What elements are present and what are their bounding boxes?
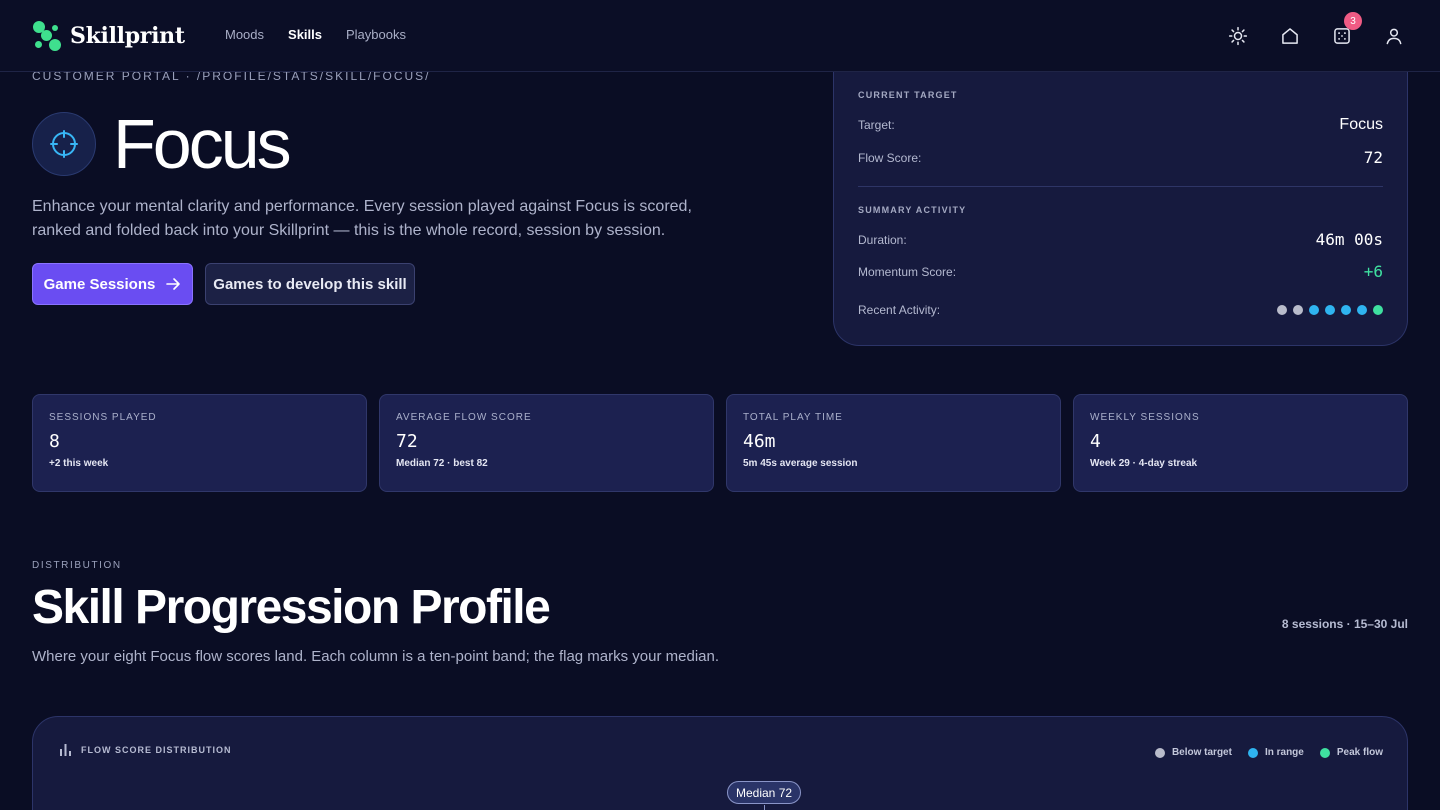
bar-chart-icon [60,744,71,756]
target-value: Focus [1339,116,1383,133]
notification-badge: 3 [1344,12,1362,30]
stat-label: AVERAGE FLOW SCORE [396,412,532,423]
momentum-value: +6 [1363,262,1383,281]
legend-label: Below target [1171,747,1232,758]
stat-subtext: Week 29 · 4-day streak [1090,458,1198,469]
stat-value: 8 [49,431,60,452]
stat-card-play-time: TOTAL PLAY TIME 46m 5m 45s average sessi… [726,394,1061,492]
stat-subtext: +2 this week [49,458,109,469]
legend-label: In range [1264,747,1304,758]
duration-row: Duration: 46m 00s [858,230,1383,249]
legend-below-target: Below target [1154,747,1232,758]
header-actions: 3 [1224,12,1408,50]
flow-score-distribution-card: FLOW SCORE DISTRIBUTION Below target In … [32,716,1408,810]
session-range-meta: 8 sessions · 15–30 Jul [1281,617,1408,631]
nav-skills[interactable]: Skills [288,27,322,42]
duration-value: 46m 00s [1315,230,1383,249]
activity-dot-in-range [1309,305,1319,315]
top-navigation-bar: Skillprint Moods Skills Playbooks 3 [0,0,1440,72]
activity-dot-below [1277,305,1287,315]
activity-dot-in-range [1325,305,1335,315]
games-button[interactable]: 3 [1328,12,1362,50]
game-sessions-button[interactable]: Game Sessions [32,263,193,305]
legend-label: Peak flow [1336,747,1383,758]
card-divider [858,186,1383,187]
sun-icon [1228,26,1248,46]
brand-name: Skillprint [70,23,185,49]
legend-swatch [1319,747,1330,758]
activity-dot-in-range [1357,305,1367,315]
stat-label: TOTAL PLAY TIME [743,412,843,423]
page-title: Focus [113,105,292,183]
section-description: Where your eight Focus flow scores land.… [32,648,720,665]
home-button[interactable] [1276,22,1304,50]
momentum-row: Momentum Score: +6 [858,262,1383,281]
stat-card-average-flow: AVERAGE FLOW SCORE 72 Median 72 · best 8… [379,394,714,492]
activity-dot-below [1293,305,1303,315]
main-nav: Moods Skills Playbooks [225,27,406,42]
activity-dot-peak [1373,305,1383,315]
median-flag: Median 72 [727,781,802,804]
stat-value: 46m [743,431,776,452]
legend-swatch [1154,747,1165,758]
profile-button[interactable] [1380,22,1408,50]
skill-description: Enhance your mental clarity and performa… [32,198,692,239]
flow-score-row: Flow Score: 72 [858,148,1383,167]
stat-card-sessions: SESSIONS PLAYED 8 +2 this week [32,394,367,492]
games-to-develop-button[interactable]: Games to develop this skill [205,263,415,305]
activity-dot-in-range [1341,305,1351,315]
game-sessions-label: Game Sessions [43,275,156,293]
chart-title: FLOW SCORE DISTRIBUTION [81,744,232,755]
current-target-heading: CURRENT TARGET [858,90,958,100]
arrow-right-icon [166,278,181,290]
duration-label: Duration: [858,232,907,247]
section-title: Skill Progression Profile [32,581,551,634]
stat-subtext: 5m 45s average session [743,458,858,469]
stat-card-weekly-sessions: WEEKLY SESSIONS 4 Week 29 · 4-day streak [1073,394,1408,492]
stat-label: SESSIONS PLAYED [49,412,157,423]
skillprint-logo-icon [32,21,62,51]
flow-score-label: Flow Score: [858,150,922,165]
crosshair-icon [50,130,78,158]
median-marker-line [764,805,765,810]
nav-playbooks[interactable]: Playbooks [346,27,406,42]
recent-activity-label: Recent Activity: [858,303,941,317]
nav-moods[interactable]: Moods [225,27,264,42]
home-icon [1282,28,1298,44]
user-icon [1386,28,1402,45]
flow-score-value: 72 [1363,148,1383,167]
legend-in-range: In range [1247,747,1304,758]
brand-logo[interactable]: Skillprint [32,21,185,51]
chart-header: FLOW SCORE DISTRIBUTION [59,743,232,756]
stat-label: WEEKLY SESSIONS [1090,412,1200,423]
recent-activity-dots [1277,305,1383,315]
section-eyebrow: DISTRIBUTION [32,560,122,571]
stat-subtext: Median 72 · best 82 [396,458,488,469]
momentum-label: Momentum Score: [858,264,957,279]
target-row: Target: Focus [858,116,1383,134]
recent-activity-row: Recent Activity: [858,303,1383,317]
chart-legend: Below target In range Peak flow [1154,747,1383,758]
current-target-card: CURRENT TARGET Target: Focus Flow Score:… [833,60,1408,346]
stat-value: 4 [1090,431,1101,452]
focus-skill-badge [32,112,96,176]
legend-swatch [1247,747,1258,758]
target-label: Target: [858,118,895,132]
legend-peak-flow: Peak flow [1319,747,1383,758]
summary-activity-heading: SUMMARY ACTIVITY [858,205,967,215]
theme-toggle-button[interactable] [1224,22,1252,50]
stat-value: 72 [396,431,418,452]
